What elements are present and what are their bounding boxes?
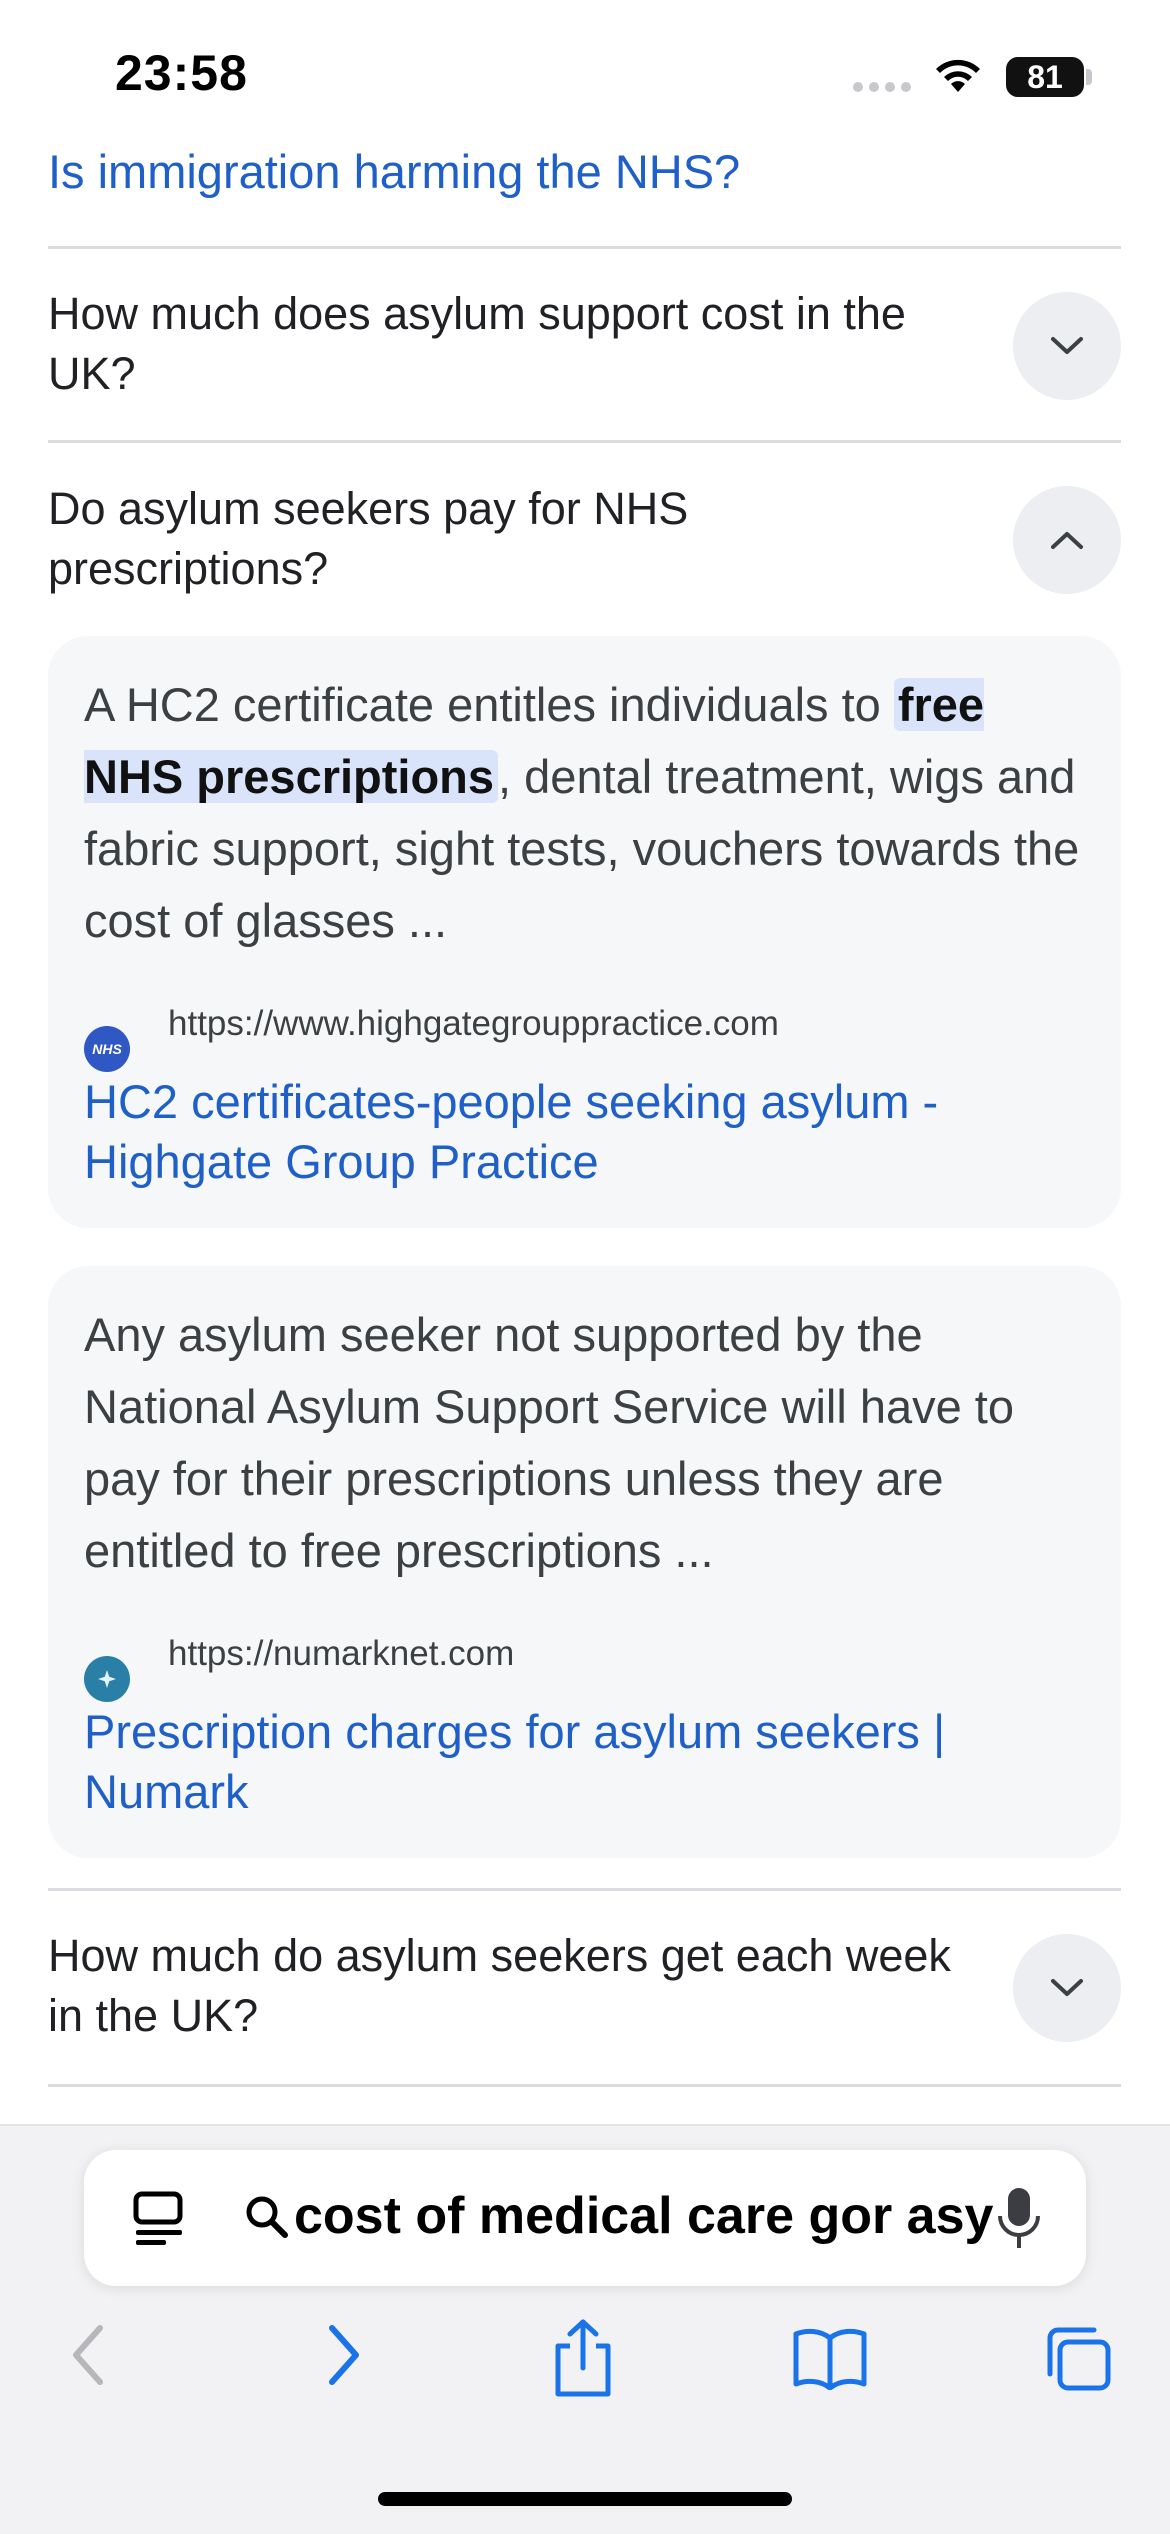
question-asylum-support-cost[interactable]: How much does asylum support cost in the…	[48, 284, 968, 404]
bookmarks-icon[interactable]	[792, 2326, 868, 2390]
source-title-link[interactable]: HC2 certificates-people seeking asylum -…	[84, 1072, 1084, 1192]
chevron-up-icon	[1051, 532, 1083, 549]
expand-button[interactable]	[1013, 1934, 1121, 2042]
tabs-icon[interactable]	[1042, 2324, 1114, 2394]
address-text[interactable]: cost of medical care gor asylum seekers …	[294, 2186, 994, 2246]
wifi-icon	[936, 59, 980, 92]
divider	[48, 440, 1121, 443]
page-menu-icon[interactable]	[132, 2190, 186, 2246]
chevron-down-icon	[1051, 1979, 1083, 1996]
numark-favicon-icon	[84, 1656, 130, 1702]
share-icon[interactable]	[550, 2318, 616, 2398]
status-bar: 23:58 81	[0, 0, 1170, 150]
address-bar[interactable]: cost of medical care gor asylum seekers …	[84, 2150, 1086, 2286]
chevron-down-icon	[1051, 337, 1083, 354]
divider	[48, 1888, 1121, 1891]
microphone-icon[interactable]	[996, 2186, 1042, 2252]
clock: 23:58	[115, 45, 248, 101]
question-nhs-prescriptions[interactable]: Do asylum seekers pay for NHS prescripti…	[48, 479, 968, 599]
related-question-link[interactable]: Is immigration harming the NHS?	[48, 144, 740, 199]
collapse-button[interactable]	[1013, 486, 1121, 594]
back-icon[interactable]	[64, 2320, 114, 2390]
favicon-text: NHS	[92, 1041, 122, 1057]
source-url[interactable]: https://numarknet.com	[168, 1634, 514, 1674]
answer-card[interactable]: A HC2 certificate entitles individuals t…	[48, 636, 1121, 1228]
answer-snippet: Any asylum seeker not supported by the N…	[84, 1308, 1014, 1577]
answer-snippet: A HC2 certificate entitles individuals t…	[84, 669, 1084, 957]
expand-button[interactable]	[1013, 292, 1121, 400]
snippet-text: A HC2 certificate entitles individuals t…	[84, 678, 894, 731]
search-icon	[246, 2196, 288, 2238]
question-weekly-allowance[interactable]: How much do asylum seekers get each week…	[48, 1926, 968, 2046]
forward-icon[interactable]	[318, 2320, 368, 2390]
divider	[48, 246, 1121, 249]
home-indicator	[378, 2492, 792, 2506]
answer-card[interactable]: Any asylum seeker not supported by the N…	[48, 1266, 1121, 1858]
source-title-link[interactable]: Prescription charges for asylum seekers …	[84, 1702, 1084, 1822]
source-url[interactable]: https://www.highgategrouppractice.com	[168, 1004, 779, 1044]
battery-tip	[1086, 69, 1092, 85]
battery-icon: 81	[1006, 57, 1084, 97]
cellular-signal-icon	[853, 82, 911, 92]
nhs-favicon-icon: NHS	[84, 1026, 130, 1072]
divider	[48, 2084, 1121, 2087]
